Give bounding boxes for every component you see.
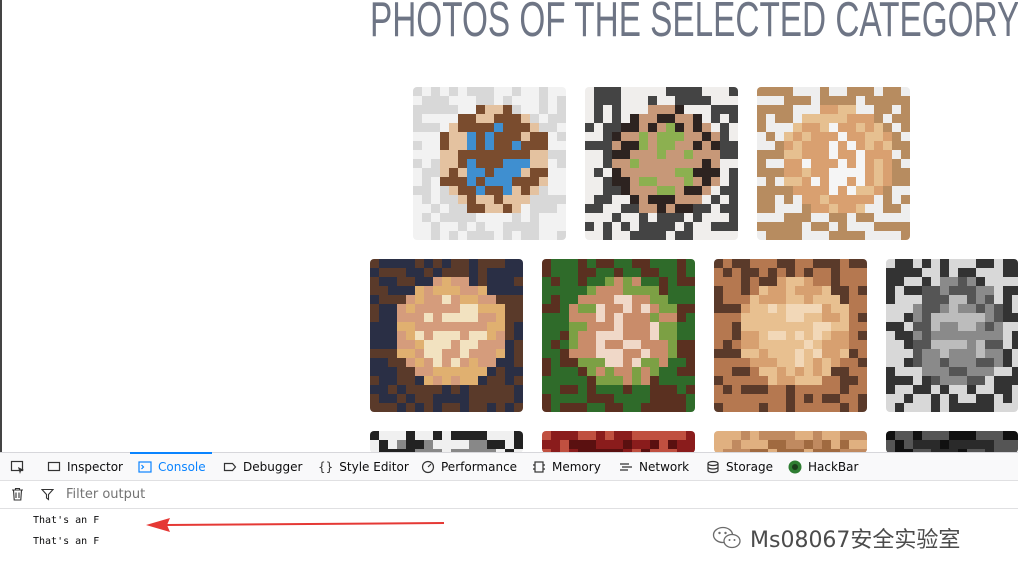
watermark: Ms08067安全实验室 [712,522,960,554]
console-message: That's an F [33,536,100,547]
photo-woman-on-phone-smiling[interactable] [714,259,867,412]
tab-inspector[interactable]: Inspector [47,453,123,480]
storage-icon [707,460,719,473]
tab-label: HackBar [808,459,859,474]
photo-blonde-woman-closeup[interactable] [370,259,523,412]
inspector-icon [47,461,61,471]
web-page: PHOTOS OF THE SELECTED CATEGORY [0,0,1018,452]
tab-label: Storage [726,459,773,474]
photo-woman-with-camera[interactable] [585,87,738,240]
console-message: That's an F [33,515,100,526]
tab-storage[interactable]: Storage [706,453,773,480]
photo-row3-1[interactable] [370,431,523,452]
tab-label: Inspector [67,459,123,474]
page-left-border [0,0,2,452]
tab-debugger[interactable]: Debugger [223,453,302,480]
memory-icon [533,460,545,473]
photo-woman-with-cup[interactable] [757,87,910,240]
wechat-icon [712,526,741,549]
element-picker-icon[interactable] [10,459,26,475]
photo-man-in-cap[interactable] [886,259,1018,412]
tab-label: Style Editor [339,459,409,474]
tab-label: Performance [441,459,518,474]
network-icon [620,462,632,471]
style-editor-icon: {} [318,459,334,474]
tab-hackbar[interactable]: HackBar [788,453,858,480]
filter-icon [41,488,54,501]
console-filter-bar [0,481,1018,509]
debugger-icon [223,462,237,471]
tab-label: Debugger [243,459,303,474]
tab-console[interactable]: Console [130,452,212,480]
tab-label: Console [158,459,206,474]
tab-performance[interactable]: Performance [421,453,517,480]
devtools-toolbar: Inspector Console Debugger {} Style Edit… [0,452,1018,481]
red-arrow-annotation [146,518,445,532]
tab-memory[interactable]: Memory [532,453,601,480]
trash-icon[interactable] [11,487,24,501]
tab-label: Network [639,459,690,474]
tab-network[interactable]: Network [619,453,689,480]
hackbar-icon [788,460,802,473]
photo-girl-reading-book[interactable] [413,87,566,240]
watermark-text: Ms08067安全实验室 [750,528,961,553]
filter-output-input[interactable] [66,485,466,503]
photo-row3-4[interactable] [886,431,1018,452]
photo-woman-on-phone-outdoors[interactable] [542,259,695,412]
photo-row3-2[interactable] [542,431,695,452]
photo-row3-3[interactable] [714,431,867,452]
page-title: PHOTOS OF THE SELECTED CATEGORY [370,0,1018,47]
console-icon [138,460,152,473]
tab-style-editor[interactable]: {} Style Editor [318,453,409,480]
performance-icon [421,460,435,473]
tab-label: Memory [552,459,601,474]
